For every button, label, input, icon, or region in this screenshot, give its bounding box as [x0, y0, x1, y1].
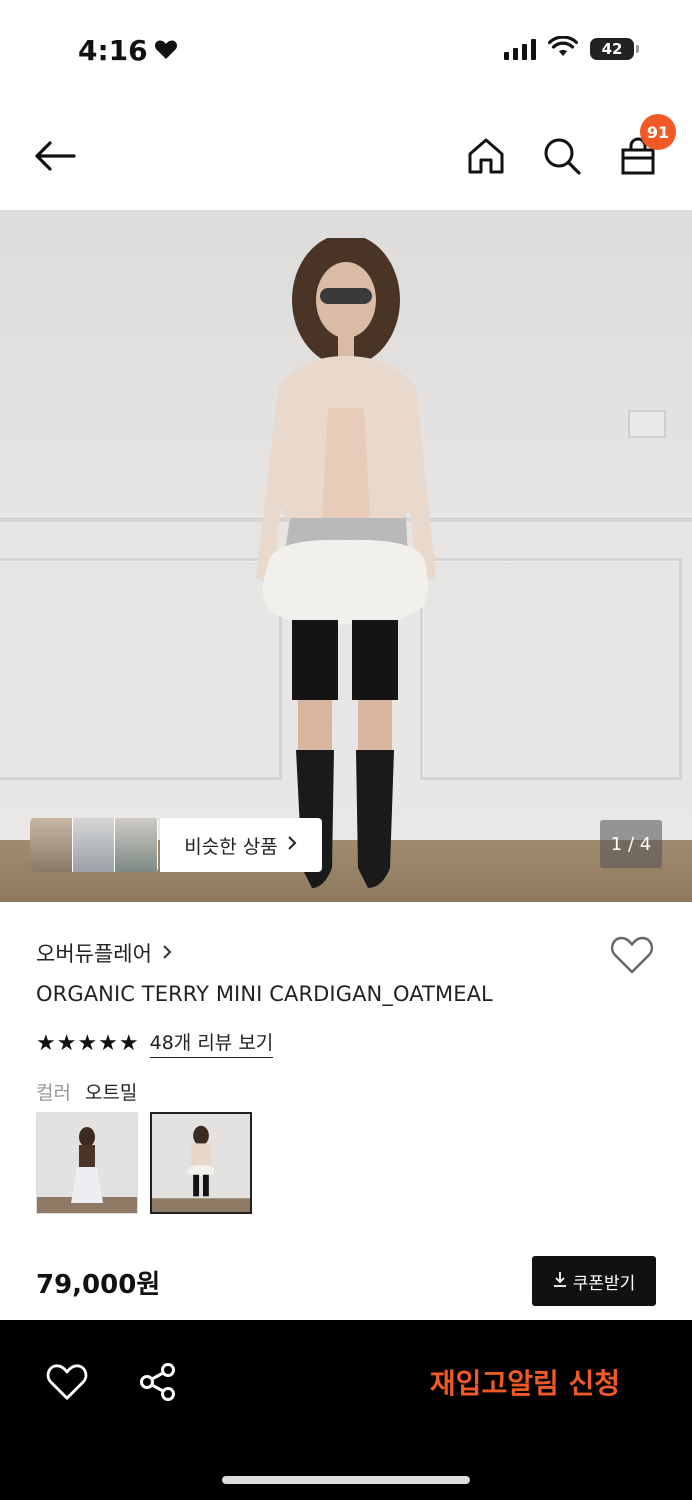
color-option-oatmeal[interactable]	[150, 1112, 252, 1214]
price: 79,000원	[36, 1270, 161, 1300]
chevron-right-icon	[162, 941, 172, 965]
home-indicator	[222, 1476, 470, 1484]
restock-alert-button[interactable]: 재입고알림 신청	[430, 1362, 620, 1402]
color-options	[36, 1112, 252, 1214]
similar-thumbnails[interactable]	[30, 818, 158, 872]
shopping-bag-icon[interactable]: 91	[618, 114, 676, 176]
model-figure	[256, 238, 436, 888]
home-icon[interactable]	[466, 136, 506, 176]
chevron-right-icon	[286, 834, 298, 857]
coupon-button[interactable]: 쿠폰받기	[532, 1256, 656, 1306]
back-arrow-icon[interactable]	[30, 136, 82, 176]
wifi-icon	[547, 35, 579, 62]
share-icon[interactable]	[138, 1362, 178, 1402]
download-icon	[553, 1271, 567, 1292]
review-link[interactable]: 48개 리뷰 보기	[149, 1028, 274, 1058]
selected-color: 오트밀	[84, 1082, 138, 1104]
wishlist-heart-icon[interactable]	[610, 934, 654, 978]
bottom-action-bar: 재입고알림 신청	[0, 1320, 692, 1500]
like-heart-icon[interactable]	[46, 1362, 88, 1404]
battery-icon: 42	[590, 38, 639, 60]
rating-row: ★★★★★ 48개 리뷰 보기	[36, 1028, 274, 1058]
product-name: ORGANIC TERRY MINI CARDIGAN_OATMEAL	[36, 982, 493, 1006]
search-icon[interactable]	[542, 136, 582, 176]
signal-icon	[504, 38, 536, 60]
clock: 4:16	[78, 34, 148, 67]
heart-status-icon	[154, 34, 178, 67]
color-label: 컬러 오트밀	[36, 1078, 137, 1105]
cart-count-badge: 91	[640, 114, 676, 150]
brand-link[interactable]: 오버듀플레어	[36, 938, 172, 968]
similar-products-button[interactable]: 비슷한 상품	[160, 818, 322, 872]
color-option-brown[interactable]	[36, 1112, 138, 1214]
status-bar: 4:16 42	[0, 0, 692, 100]
image-page-indicator: 1 / 4	[600, 820, 662, 868]
top-nav: 91	[0, 100, 692, 210]
star-rating: ★★★★★	[36, 1030, 140, 1056]
product-image[interactable]: 비슷한 상품 1 / 4	[0, 210, 692, 902]
